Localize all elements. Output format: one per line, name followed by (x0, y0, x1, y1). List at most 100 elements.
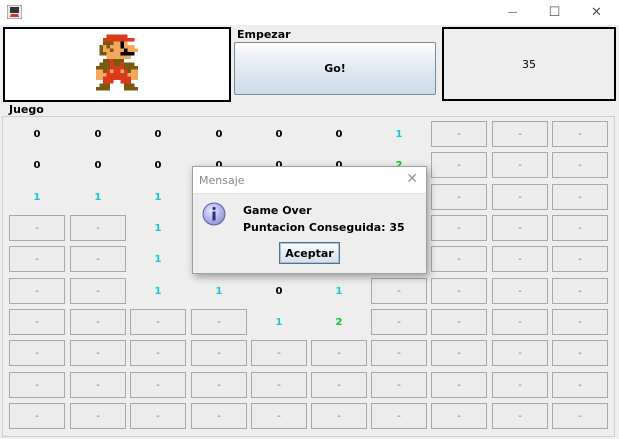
hidden-cell-button[interactable]: - (431, 278, 487, 304)
hidden-cell-button[interactable]: - (492, 340, 548, 366)
hidden-cell-button[interactable]: - (431, 309, 487, 335)
hidden-cell-button[interactable]: - (492, 121, 548, 147)
close-button[interactable]: ✕ (575, 0, 618, 25)
window-titlebar: — ☐ ✕ (0, 0, 619, 25)
hidden-cell-button[interactable]: - (552, 278, 608, 304)
revealed-cell: 1 (94, 191, 102, 203)
hidden-cell-button[interactable]: - (431, 184, 487, 210)
hidden-cell-button[interactable]: - (552, 309, 608, 335)
hidden-cell-button[interactable]: - (311, 340, 367, 366)
maximize-button[interactable]: ☐ (533, 0, 576, 25)
dialog-close-icon[interactable]: ✕ (406, 171, 418, 187)
hidden-cell-button[interactable]: - (9, 403, 65, 429)
revealed-cell: 1 (154, 222, 162, 234)
hidden-cell-button[interactable]: - (130, 340, 186, 366)
revealed-cell: 0 (275, 285, 283, 297)
hidden-cell-button[interactable]: - (371, 309, 427, 335)
game-over-dialog: Mensaje ✕ Game Over Puntacion Conseguida… (192, 166, 427, 274)
hidden-cell-button[interactable]: - (130, 372, 186, 398)
hidden-cell-button[interactable]: - (552, 340, 608, 366)
hidden-cell-button[interactable]: - (9, 246, 65, 272)
hidden-cell-button[interactable]: - (70, 246, 126, 272)
hidden-cell-button[interactable]: - (492, 215, 548, 241)
revealed-cell: 1 (154, 285, 162, 297)
hidden-cell-button[interactable]: - (492, 184, 548, 210)
hidden-cell-button[interactable]: - (431, 403, 487, 429)
hidden-cell-button[interactable]: - (492, 152, 548, 178)
hidden-cell-button[interactable]: - (191, 309, 247, 335)
hidden-cell-button[interactable]: - (492, 309, 548, 335)
hidden-cell-button[interactable]: - (552, 372, 608, 398)
dialog-message-title: Game Over (243, 204, 312, 217)
minimize-button[interactable]: — (491, 0, 534, 25)
hidden-cell-button[interactable]: - (191, 372, 247, 398)
hidden-cell-button[interactable]: - (130, 309, 186, 335)
hidden-cell-button[interactable]: - (311, 403, 367, 429)
close-icon: ✕ (591, 5, 602, 20)
dialog-titlebar: Mensaje ✕ (193, 167, 426, 194)
java-app-icon (7, 5, 22, 19)
hidden-cell-button[interactable]: - (371, 278, 427, 304)
hidden-cell-button[interactable]: - (70, 340, 126, 366)
revealed-cell: 0 (335, 128, 343, 140)
hidden-cell-button[interactable]: - (431, 372, 487, 398)
hidden-cell-button[interactable]: - (552, 121, 608, 147)
revealed-cell: 0 (215, 128, 223, 140)
hidden-cell-button[interactable]: - (70, 278, 126, 304)
game-group-label: Juego (9, 103, 44, 116)
hidden-cell-button[interactable]: - (492, 372, 548, 398)
hidden-cell-button[interactable]: - (552, 152, 608, 178)
game-board-frame: 0000001---0000002---111111------1111----… (2, 116, 615, 437)
hidden-cell-button[interactable]: - (492, 246, 548, 272)
revealed-cell: 0 (33, 159, 41, 171)
hidden-cell-button[interactable]: - (9, 215, 65, 241)
hidden-cell-button[interactable]: - (311, 372, 367, 398)
hidden-cell-button[interactable]: - (70, 215, 126, 241)
revealed-cell: 1 (275, 316, 283, 328)
revealed-cell: 2 (335, 316, 343, 328)
hidden-cell-button[interactable]: - (70, 403, 126, 429)
revealed-cell: 1 (335, 285, 343, 297)
hidden-cell-button[interactable]: - (251, 340, 307, 366)
hidden-cell-button[interactable]: - (552, 215, 608, 241)
hidden-cell-button[interactable]: - (431, 152, 487, 178)
revealed-cell: 0 (94, 159, 102, 171)
hidden-cell-button[interactable]: - (9, 340, 65, 366)
revealed-cell: 1 (154, 191, 162, 203)
hidden-cell-button[interactable]: - (371, 403, 427, 429)
hidden-cell-button[interactable]: - (552, 184, 608, 210)
start-group-label: Empezar (237, 28, 291, 41)
revealed-cell: 0 (33, 128, 41, 140)
revealed-cell: 0 (154, 128, 162, 140)
hidden-cell-button[interactable]: - (431, 340, 487, 366)
hidden-cell-button[interactable]: - (431, 121, 487, 147)
hidden-cell-button[interactable]: - (492, 403, 548, 429)
hidden-cell-button[interactable]: - (9, 278, 65, 304)
revealed-cell: 0 (154, 159, 162, 171)
hidden-cell-button[interactable]: - (9, 309, 65, 335)
minimize-icon: — (507, 7, 518, 18)
revealed-cell: 1 (33, 191, 41, 203)
hidden-cell-button[interactable]: - (552, 403, 608, 429)
revealed-cell: 1 (395, 128, 403, 140)
hidden-cell-button[interactable]: - (130, 403, 186, 429)
mario-sprite-icon (96, 34, 138, 91)
hidden-cell-button[interactable]: - (492, 278, 548, 304)
go-button[interactable]: Go! (234, 42, 436, 95)
revealed-cell: 1 (154, 253, 162, 265)
hidden-cell-button[interactable]: - (191, 340, 247, 366)
hidden-cell-button[interactable]: - (552, 246, 608, 272)
hidden-cell-button[interactable]: - (431, 215, 487, 241)
hidden-cell-button[interactable]: - (70, 309, 126, 335)
dialog-message-score: Puntacion Conseguida: 35 (243, 221, 405, 234)
hidden-cell-button[interactable]: - (70, 372, 126, 398)
hidden-cell-button[interactable]: - (251, 403, 307, 429)
hidden-cell-button[interactable]: - (371, 340, 427, 366)
hidden-cell-button[interactable]: - (431, 246, 487, 272)
hidden-cell-button[interactable]: - (251, 372, 307, 398)
hidden-cell-button[interactable]: - (9, 372, 65, 398)
hidden-cell-button[interactable]: - (371, 372, 427, 398)
hidden-cell-button[interactable]: - (191, 403, 247, 429)
mario-portrait-panel (3, 27, 231, 102)
accept-button[interactable]: Aceptar (279, 242, 340, 264)
